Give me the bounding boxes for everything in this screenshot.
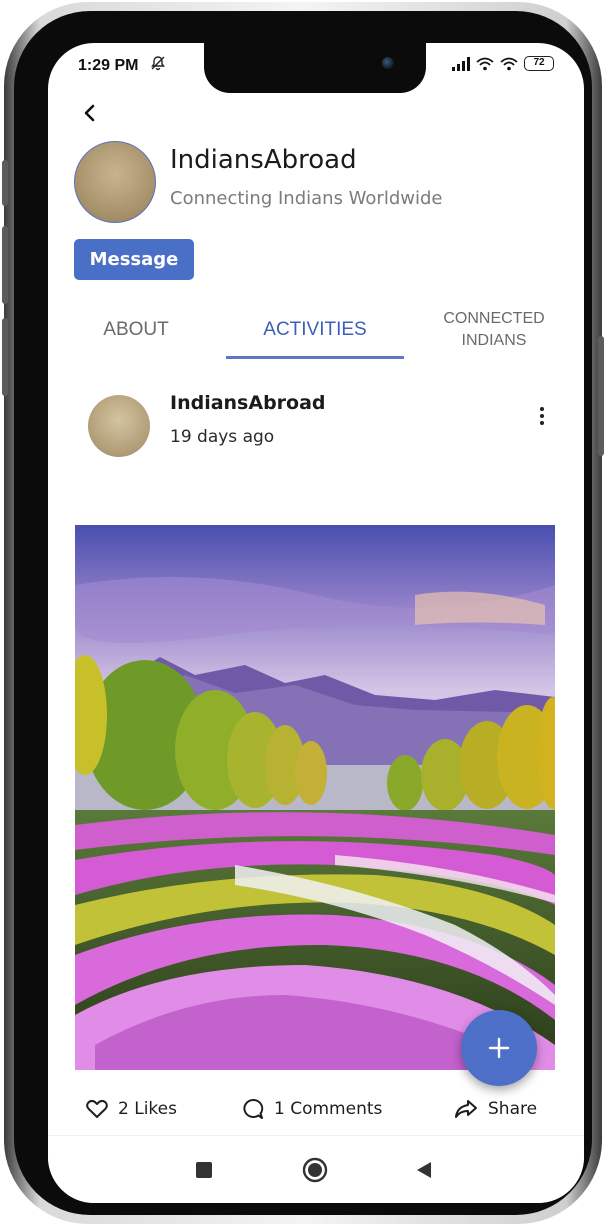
profile-name: IndiansAbroad <box>170 145 357 175</box>
comment-icon <box>243 1098 264 1119</box>
likes-count: 2 Likes <box>118 1099 177 1119</box>
nav-recents-button[interactable] <box>184 1152 224 1188</box>
signal-icon <box>452 56 470 71</box>
share-button[interactable]: Share <box>454 1089 537 1129</box>
tab-about[interactable]: ABOUT <box>66 299 206 361</box>
post-author-avatar[interactable] <box>88 395 150 457</box>
phone-bezel: 1:29 PM 72 IndiansAbroad Connecting Indi… <box>14 11 592 1215</box>
post-actions: 2 Likes 1 Comments Share <box>48 1089 584 1129</box>
wifi-icon <box>476 57 494 70</box>
tab-activities[interactable]: ACTIVITIES <box>226 299 404 361</box>
triangle-back-icon <box>417 1162 431 1178</box>
status-time: 1:29 PM <box>78 57 139 74</box>
comments-count: 1 Comments <box>274 1099 383 1119</box>
chevron-left-icon <box>84 104 95 122</box>
active-tab-indicator <box>226 356 404 359</box>
notch <box>204 43 426 93</box>
system-nav-bar <box>48 1135 584 1203</box>
app-screen: 1:29 PM 72 IndiansAbroad Connecting Indi… <box>48 43 584 1203</box>
circle-icon <box>302 1157 328 1183</box>
nav-back-button[interactable] <box>404 1152 444 1188</box>
side-button-silent <box>2 160 8 206</box>
post-timestamp: 19 days ago <box>170 427 275 447</box>
wifi-icon-secondary <box>500 57 518 70</box>
side-button-volume-up <box>2 226 8 304</box>
more-vertical-icon <box>540 407 544 411</box>
post-author-name[interactable]: IndiansAbroad <box>170 392 326 414</box>
heart-icon <box>86 1099 108 1118</box>
side-button-power <box>598 336 604 456</box>
profile-avatar[interactable] <box>74 141 156 223</box>
battery-icon: 72 <box>524 56 554 71</box>
message-button[interactable]: Message <box>74 239 194 280</box>
side-button-volume-down <box>2 318 8 396</box>
square-icon <box>196 1162 212 1178</box>
plus-icon <box>488 1037 510 1059</box>
create-post-fab[interactable] <box>461 1010 537 1086</box>
status-icons: 72 <box>452 56 554 71</box>
front-camera <box>382 57 394 69</box>
bell-off-icon <box>150 55 166 75</box>
profile-tabs: ABOUT ACTIVITIES CONNECTED INDIANS <box>48 299 584 361</box>
share-icon <box>455 1100 477 1118</box>
share-label: Share <box>488 1099 538 1119</box>
comment-button[interactable]: 1 Comments <box>242 1089 382 1129</box>
post-image[interactable] <box>75 525 555 1070</box>
like-button[interactable]: 2 Likes <box>86 1089 177 1129</box>
more-options-button[interactable] <box>530 403 554 429</box>
nav-home-button[interactable] <box>295 1152 335 1188</box>
back-button[interactable] <box>76 99 104 127</box>
tab-connected-indians[interactable]: CONNECTED INDIANS <box>424 299 564 361</box>
profile-tagline: Connecting Indians Worldwide <box>170 188 443 209</box>
